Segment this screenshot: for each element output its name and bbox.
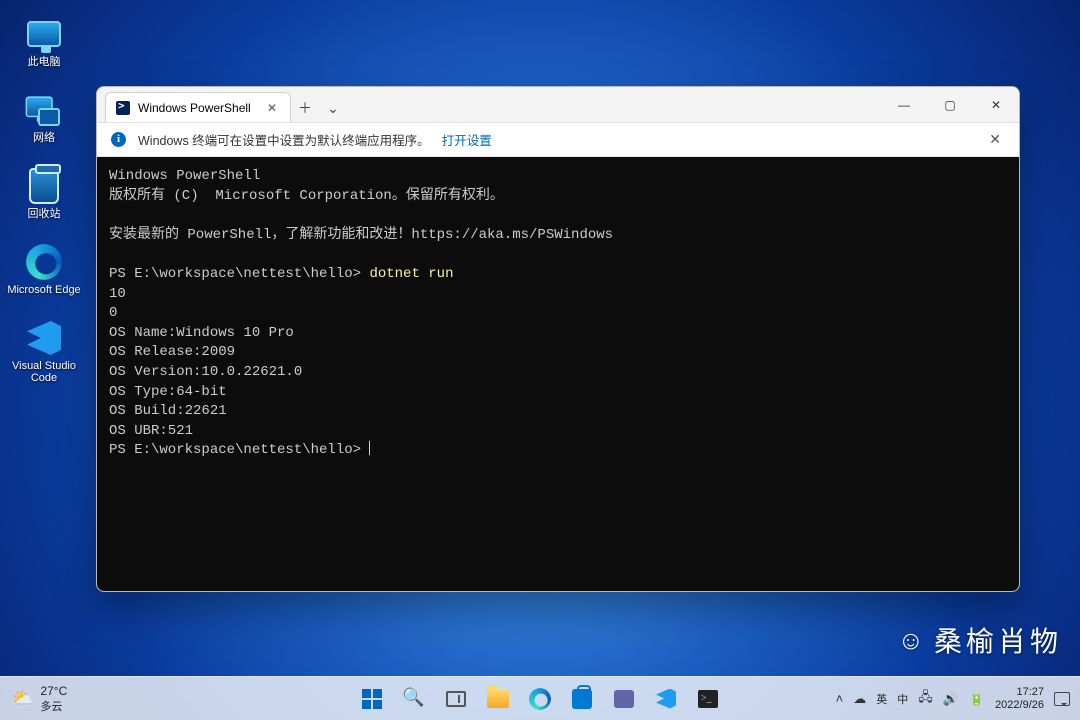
network-icon (24, 90, 64, 130)
taskbar-chat-button[interactable] (605, 680, 643, 718)
close-button[interactable]: ✕ (973, 87, 1019, 123)
desktop-icon-label: 此电脑 (28, 56, 61, 68)
watermark-text: 桑榆肖物 (934, 620, 1062, 660)
term-line: OS Build:22621 (109, 403, 227, 419)
store-icon (572, 689, 592, 709)
term-prompt: PS E:\workspace\nettest\hello> (109, 266, 369, 282)
vscode-icon (24, 318, 64, 358)
term-line: OS Release:2009 (109, 344, 235, 360)
powershell-icon (116, 101, 130, 115)
window-controls: — ▢ ✕ (881, 87, 1019, 123)
tray-battery-icon[interactable]: 🔋 (969, 691, 985, 707)
tray-onedrive-icon[interactable]: ☁ (853, 691, 866, 707)
term-prompt: PS E:\workspace\nettest\hello> (109, 442, 369, 458)
tray-network-icon[interactable]: 🖧 (918, 688, 933, 710)
notifications-button[interactable] (1054, 692, 1070, 706)
terminal-window: Windows PowerShell ✕ ＋ ⌄ — ▢ ✕ i Windows… (96, 86, 1020, 592)
taskbar-vscode-button[interactable] (647, 680, 685, 718)
minimize-button[interactable]: — (881, 87, 927, 123)
taskbar-explorer-button[interactable] (479, 680, 517, 718)
taskbar-weather-widget[interactable]: ⛅ 27°C 多云 (0, 684, 67, 714)
wechat-icon: ☺ (897, 625, 924, 656)
recycle-bin-icon (24, 166, 64, 206)
cursor (369, 441, 370, 455)
desktop-icon-recycle-bin[interactable]: 回收站 (6, 162, 82, 238)
term-command: dotnet run (369, 266, 453, 282)
desktop-icon-edge[interactable]: Microsoft Edge (6, 238, 82, 314)
taskview-icon (446, 691, 466, 707)
tab-dropdown-button[interactable]: ⌄ (319, 94, 347, 122)
info-icon: i (111, 132, 126, 147)
weather-icon: ⛅ (12, 688, 34, 709)
search-icon: 🔍 (402, 687, 426, 711)
clock-date: 2022/9/26 (995, 699, 1044, 712)
term-line: 10 (109, 286, 126, 302)
term-line: OS Name:Windows 10 Pro (109, 325, 294, 341)
desktop-icon-label: 网络 (33, 132, 55, 144)
infobar-message: Windows 终端可在设置中设置为默认终端应用程序。 (138, 130, 430, 149)
desktop-icon-label: Microsoft Edge (7, 284, 80, 296)
tray-chevron-up-icon[interactable]: ˄ (836, 691, 844, 706)
this-pc-icon (24, 14, 64, 54)
infobar-close-button[interactable]: ✕ (985, 127, 1005, 152)
tab-powershell[interactable]: Windows PowerShell ✕ (105, 92, 291, 122)
terminal-icon: >_ (698, 690, 718, 708)
terminal-output[interactable]: Windows PowerShell 版权所有 (C) Microsoft Co… (97, 157, 1019, 591)
ime-mode[interactable]: 中 (897, 691, 908, 707)
infobar: i Windows 终端可在设置中设置为默认终端应用程序。 打开设置 ✕ (97, 123, 1019, 157)
desktop-icon-label: Visual Studio Code (6, 360, 82, 384)
term-line: 版权所有 (C) Microsoft Corporation。保留所有权利。 (109, 188, 504, 204)
desktop-icon-label: 回收站 (28, 208, 61, 220)
tray-volume-icon[interactable]: 🔊 (943, 691, 959, 707)
ime-lang[interactable]: 英 (876, 691, 887, 707)
file-explorer-icon (487, 690, 509, 708)
tab-title: Windows PowerShell (138, 101, 251, 115)
desktop-icons: 此电脑 网络 回收站 Microsoft Edge Visual Studio … (6, 10, 82, 390)
new-tab-button[interactable]: ＋ (291, 94, 319, 122)
taskbar-center: 🔍 >_ (353, 680, 727, 718)
desktop-icon-this-pc[interactable]: 此电脑 (6, 10, 82, 86)
term-line: OS Type:64-bit (109, 384, 227, 400)
taskbar-search-button[interactable]: 🔍 (395, 680, 433, 718)
edge-icon (24, 242, 64, 282)
term-line: 安装最新的 PowerShell，了解新功能和改进！https://aka.ms… (109, 227, 613, 243)
desktop-icon-network[interactable]: 网络 (6, 86, 82, 162)
taskbar-terminal-button[interactable]: >_ (689, 680, 727, 718)
taskbar-store-button[interactable] (563, 680, 601, 718)
term-line: Windows PowerShell (109, 168, 260, 184)
desktop-icon-vscode[interactable]: Visual Studio Code (6, 314, 82, 390)
edge-icon (529, 688, 551, 710)
chat-icon (614, 690, 634, 708)
taskbar-tray: ˄ ☁ 英 中 🖧 🔊 🔋 17:27 2022/9/26 (836, 686, 1080, 712)
term-line: OS Version:10.0.22621.0 (109, 364, 302, 380)
taskbar-taskview-button[interactable] (437, 680, 475, 718)
tab-close-button[interactable]: ✕ (264, 100, 280, 116)
taskbar: ⛅ 27°C 多云 🔍 >_ ˄ ☁ 英 中 🖧 🔊 🔋 17:27 2022/… (0, 676, 1080, 720)
vscode-icon (656, 689, 676, 709)
term-line: OS UBR:521 (109, 423, 193, 439)
windows-logo-icon (362, 689, 382, 709)
weather-desc: 多云 (40, 698, 67, 714)
infobar-open-settings-link[interactable]: 打开设置 (442, 130, 492, 149)
taskbar-edge-button[interactable] (521, 680, 559, 718)
start-button[interactable] (353, 680, 391, 718)
clock-time: 17:27 (995, 686, 1044, 699)
maximize-button[interactable]: ▢ (927, 87, 973, 123)
taskbar-clock[interactable]: 17:27 2022/9/26 (995, 686, 1044, 712)
weather-temp: 27°C (40, 684, 67, 698)
titlebar[interactable]: Windows PowerShell ✕ ＋ ⌄ — ▢ ✕ (97, 87, 1019, 123)
term-line: 0 (109, 305, 117, 321)
watermark: ☺ 桑榆肖物 (897, 620, 1062, 660)
